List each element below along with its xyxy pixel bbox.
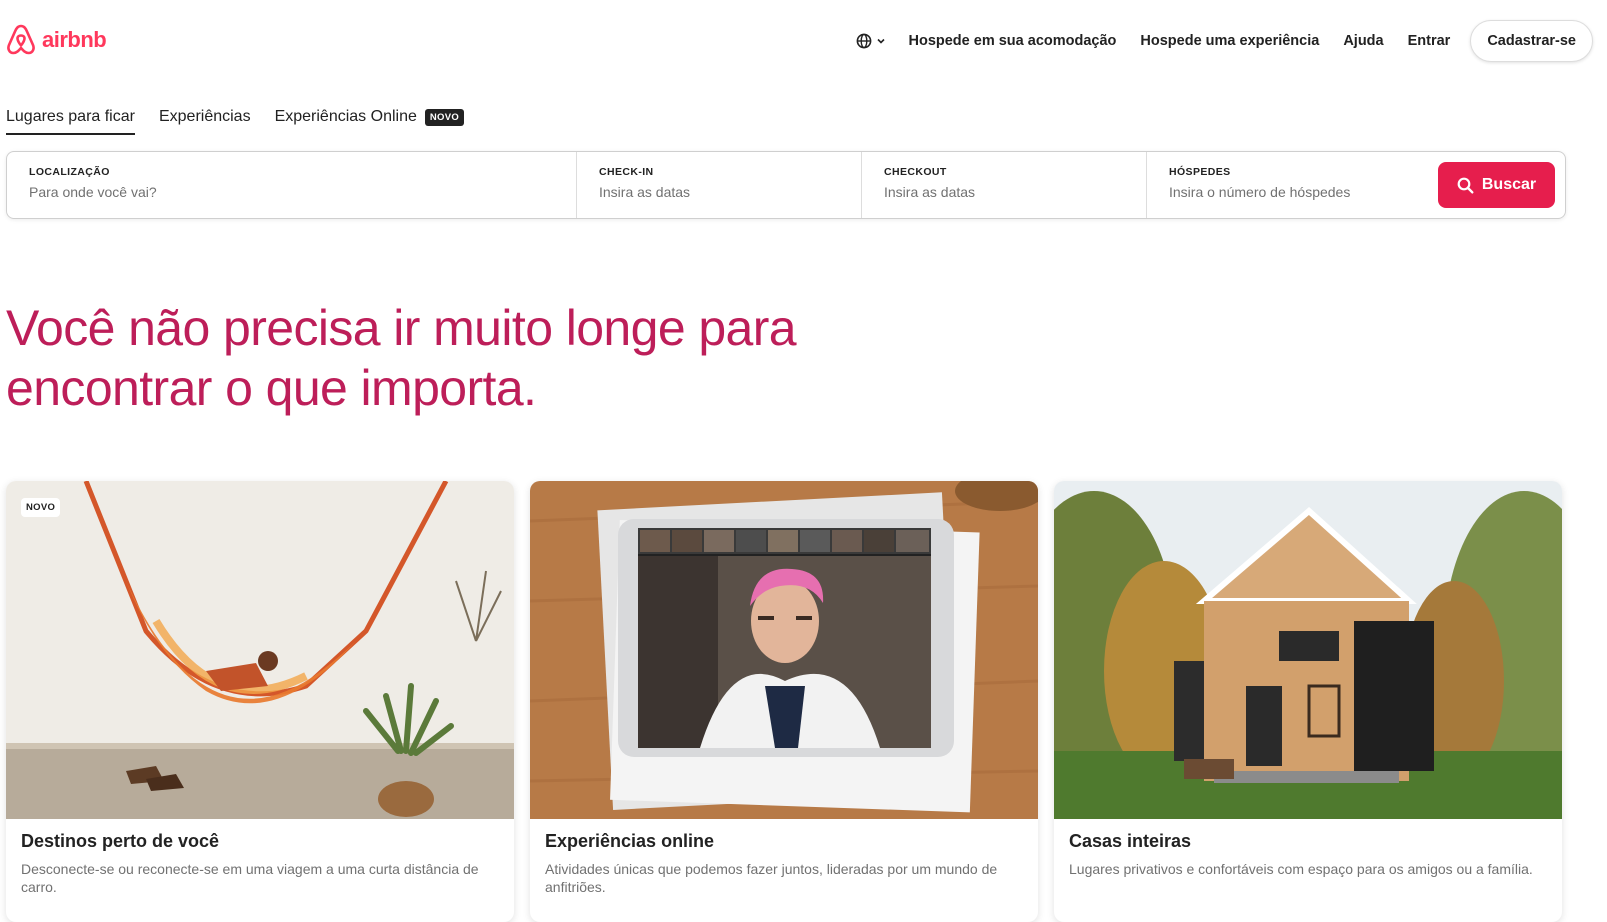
search-icon — [1457, 177, 1474, 194]
guests-field[interactable]: HÓSPEDES Insira o número de hóspedes — [1147, 152, 1427, 218]
help-link[interactable]: Ajuda — [1343, 33, 1383, 49]
hammock-illustration — [6, 481, 514, 819]
card-title: Destinos perto de você — [21, 831, 220, 851]
login-link[interactable]: Entrar — [1408, 33, 1451, 49]
host-accommodation-link[interactable]: Hospede em sua acomodação — [908, 33, 1116, 49]
checkin-label: CHECK-IN — [599, 166, 654, 178]
logo-text: airbnb — [42, 27, 107, 52]
hero-line-1: Você não precisa ir muito longe para — [6, 300, 797, 356]
checkout-field[interactable]: CHECKOUT Insira as datas — [862, 152, 1147, 218]
airbnb-logo[interactable]: airbnb — [6, 24, 107, 56]
hammock-image: NOVO — [6, 481, 514, 819]
search-button-label: Buscar — [1481, 176, 1537, 193]
cabin-illustration — [1054, 481, 1562, 819]
search-button[interactable]: Buscar — [1438, 162, 1555, 208]
card-online-experiences[interactable]: Experiências online Atividades únicas qu… — [530, 481, 1038, 922]
search-bar: LOCALIZAÇÃO Para onde você vai? CHECK-IN… — [6, 151, 1566, 219]
checkout-label: CHECKOUT — [884, 166, 947, 178]
checkin-field[interactable]: CHECK-IN Insira as datas — [577, 152, 862, 218]
hero-heading: Você não precisa ir muito longe para enc… — [6, 298, 906, 418]
guests-input[interactable]: Insira o número de hóspedes — [1169, 184, 1405, 200]
language-selector[interactable] — [856, 33, 886, 49]
cabin-image — [1054, 481, 1562, 819]
tab-experiences[interactable]: Experiências — [159, 108, 251, 135]
globe-icon — [857, 33, 872, 49]
host-experience-link[interactable]: Hospede uma experiência — [1140, 33, 1319, 49]
new-badge: NOVO — [21, 498, 61, 517]
airbnb-logo-icon — [7, 24, 35, 55]
new-badge: NOVO — [424, 108, 465, 126]
guests-label: HÓSPEDES — [1169, 166, 1231, 178]
location-label: LOCALIZAÇÃO — [29, 166, 110, 178]
top-header: airbnb Hospede em sua acomodação Hospede… — [0, 0, 1607, 80]
card-entire-homes[interactable]: Casas inteiras Lugares privativos e conf… — [1054, 481, 1562, 922]
search-tabs: Lugares para ficar Experiências Experiên… — [6, 108, 488, 135]
signup-button[interactable]: Cadastrar-se — [1470, 20, 1593, 62]
location-field[interactable]: LOCALIZAÇÃO Para onde você vai? — [7, 152, 577, 218]
card-title: Experiências online — [545, 831, 715, 851]
checkin-input[interactable]: Insira as datas — [599, 184, 839, 200]
tablet-illustration — [530, 481, 1038, 819]
tab-online-experiences[interactable]: Experiências Online NOVO — [274, 108, 465, 135]
card-description: Desconecte-se ou reconecte-se em uma via… — [21, 861, 479, 895]
hero-line-2: encontrar o que importa. — [6, 360, 537, 416]
card-description: Atividades únicas que podemos fazer junt… — [545, 861, 998, 895]
location-input[interactable]: Para onde você vai? — [29, 184, 554, 200]
feature-cards: NOVO Destinos perto de você Desconecte-s… — [6, 481, 1562, 922]
top-nav: Hospede em sua acomodação Hospede uma ex… — [856, 20, 1593, 62]
card-nearby-destinations[interactable]: NOVO Destinos perto de você Desconecte-s… — [6, 481, 514, 922]
checkout-input[interactable]: Insira as datas — [884, 184, 1124, 200]
tab-places-to-stay[interactable]: Lugares para ficar — [6, 108, 135, 135]
tablet-chef-image — [530, 481, 1038, 819]
chevron-down-icon — [877, 38, 886, 44]
tab-online-experiences-label: Experiências Online — [274, 108, 417, 125]
card-title: Casas inteiras — [1069, 831, 1192, 851]
card-description: Lugares privativos e confortáveis com es… — [1069, 861, 1533, 877]
